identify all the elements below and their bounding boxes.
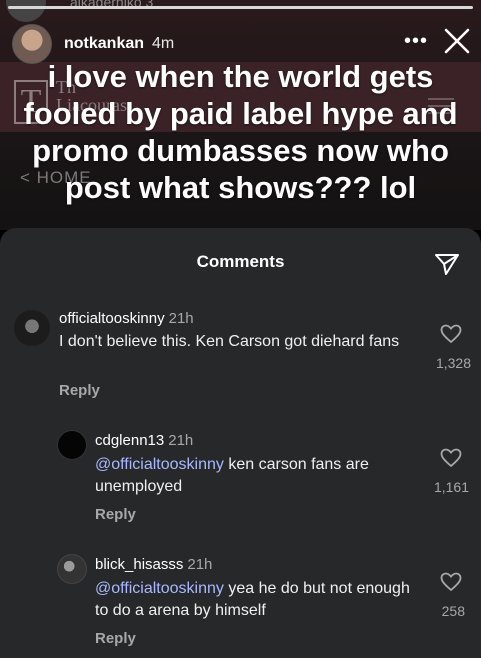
story-caption: i love when the world gets fooled by pai…: [23, 59, 458, 205]
comment-username[interactable]: cdglenn13 21h: [95, 432, 193, 449]
comment-username-text[interactable]: blick_hisasss: [95, 556, 183, 573]
comment-username-text[interactable]: officialtooskinny: [59, 310, 165, 327]
send-icon[interactable]: [434, 252, 460, 276]
comment-time: 21h: [168, 432, 194, 449]
heart-icon[interactable]: [440, 324, 462, 344]
avatar[interactable]: [14, 310, 50, 346]
like-count: 1,161: [433, 479, 469, 495]
avatar[interactable]: [57, 430, 87, 460]
story-time: 4m: [152, 35, 175, 52]
comment-mention[interactable]: @officialtooskinny: [95, 580, 224, 597]
heart-icon[interactable]: [440, 572, 462, 592]
story-progress-bar: [8, 6, 473, 9]
comment-mention[interactable]: @officialtooskinny: [95, 456, 224, 473]
reply-button[interactable]: Reply: [59, 382, 100, 399]
comment-username[interactable]: blick_hisasss 21h: [95, 556, 212, 573]
comment-body: I don't believe this. Ken Carson got die…: [59, 333, 400, 350]
story-username[interactable]: notkankan: [64, 35, 144, 53]
close-icon[interactable]: [442, 26, 472, 56]
comment-text: @officialtooskinny ken carson fans are u…: [95, 454, 425, 498]
comments-title: Comments: [196, 252, 285, 271]
comment-time: 21h: [168, 310, 194, 327]
comments-sheet: Comments officialtooskinny 21h I don't be…: [0, 228, 481, 658]
reply-button[interactable]: Reply: [95, 506, 136, 523]
like-count: 258: [441, 603, 465, 619]
comment-text: @officialtooskinny yea he do but not eno…: [95, 578, 425, 622]
avatar[interactable]: [57, 554, 87, 584]
comment-username[interactable]: officialtooskinny 21h: [59, 310, 194, 327]
more-icon[interactable]: •••: [404, 30, 428, 53]
heart-icon[interactable]: [440, 448, 462, 468]
comment-time: 21h: [187, 556, 213, 573]
comment-text: I don't believe this. Ken Carson got die…: [59, 331, 419, 353]
comment-username-text[interactable]: cdglenn13: [95, 432, 164, 449]
reply-button[interactable]: Reply: [95, 630, 136, 647]
like-count: 1,328: [435, 355, 471, 371]
